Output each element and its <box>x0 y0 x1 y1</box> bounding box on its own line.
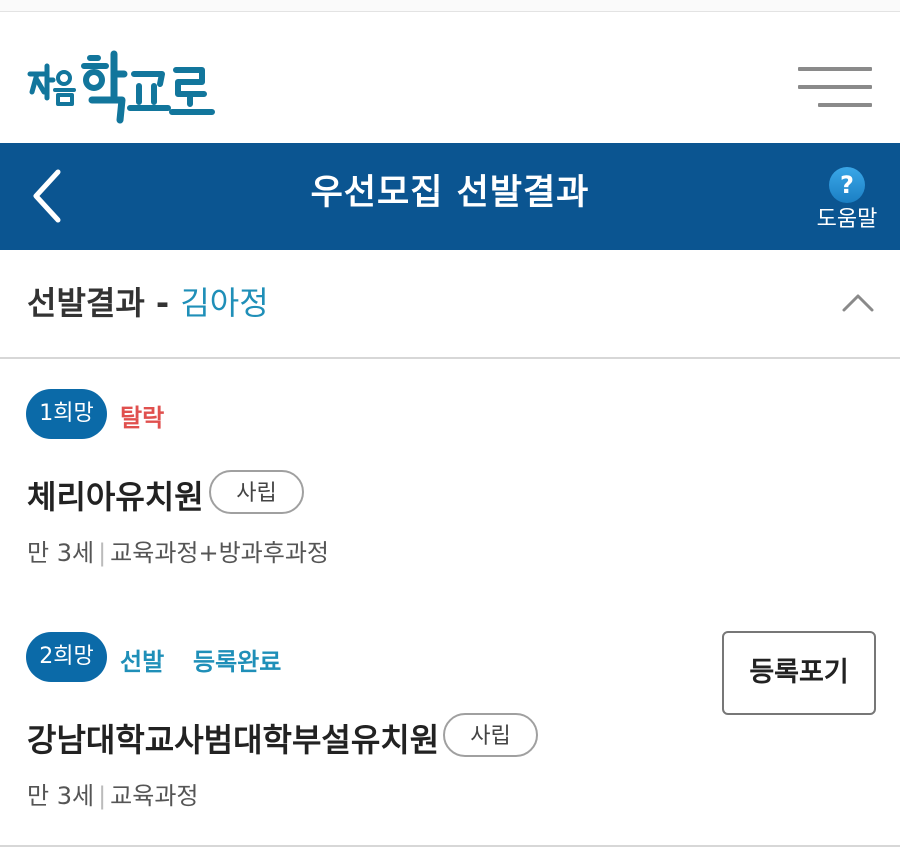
rank-badge: 1희망 <box>26 389 107 439</box>
hamburger-menu-icon[interactable] <box>798 67 872 109</box>
course-text: 교육과정+방과후과정 <box>110 539 329 567</box>
age-text: 만 3세 <box>27 782 95 810</box>
status-strip <box>0 0 900 12</box>
chevron-up-icon[interactable] <box>838 286 878 316</box>
separator: | <box>98 539 107 567</box>
section-title: 선발결과 - 김아정 <box>27 278 269 324</box>
separator: | <box>98 782 107 810</box>
kindergarten-name: 체리아유치원 <box>27 478 204 516</box>
status-label: 선발 <box>120 648 165 676</box>
type-chip: 사립 <box>209 470 304 514</box>
class-info: 만 3세 | 교육과정+방과후과정 <box>27 533 329 568</box>
status-label: 탈락 <box>120 404 165 432</box>
rank-badge: 2희망 <box>26 632 107 682</box>
type-chip: 사립 <box>443 713 538 757</box>
cancel-registration-button[interactable]: 등록포기 <box>722 631 876 715</box>
registration-status: 등록완료 <box>193 648 282 676</box>
logo-mark <box>27 50 215 124</box>
section-title-text: 선발결과 <box>27 284 145 322</box>
kindergarten-name: 강남대학교사범대학부설유치원 <box>27 721 440 759</box>
age-text: 만 3세 <box>27 539 95 567</box>
class-info: 만 3세 | 교육과정 <box>27 776 198 811</box>
brand-header <box>0 12 900 143</box>
divider <box>0 845 900 847</box>
help-label: 도움말 <box>816 207 878 232</box>
logo[interactable] <box>26 50 221 130</box>
course-text: 교육과정 <box>110 782 199 810</box>
help-button[interactable]: ? 도움말 <box>806 165 888 232</box>
help-question-icon: ? <box>829 167 865 203</box>
section-title-dash: - <box>155 284 170 322</box>
page-title: 우선모집 선발결과 <box>310 173 590 213</box>
applicant-name: 김아정 <box>180 284 269 322</box>
section-header[interactable]: 선발결과 - 김아정 <box>0 250 900 359</box>
